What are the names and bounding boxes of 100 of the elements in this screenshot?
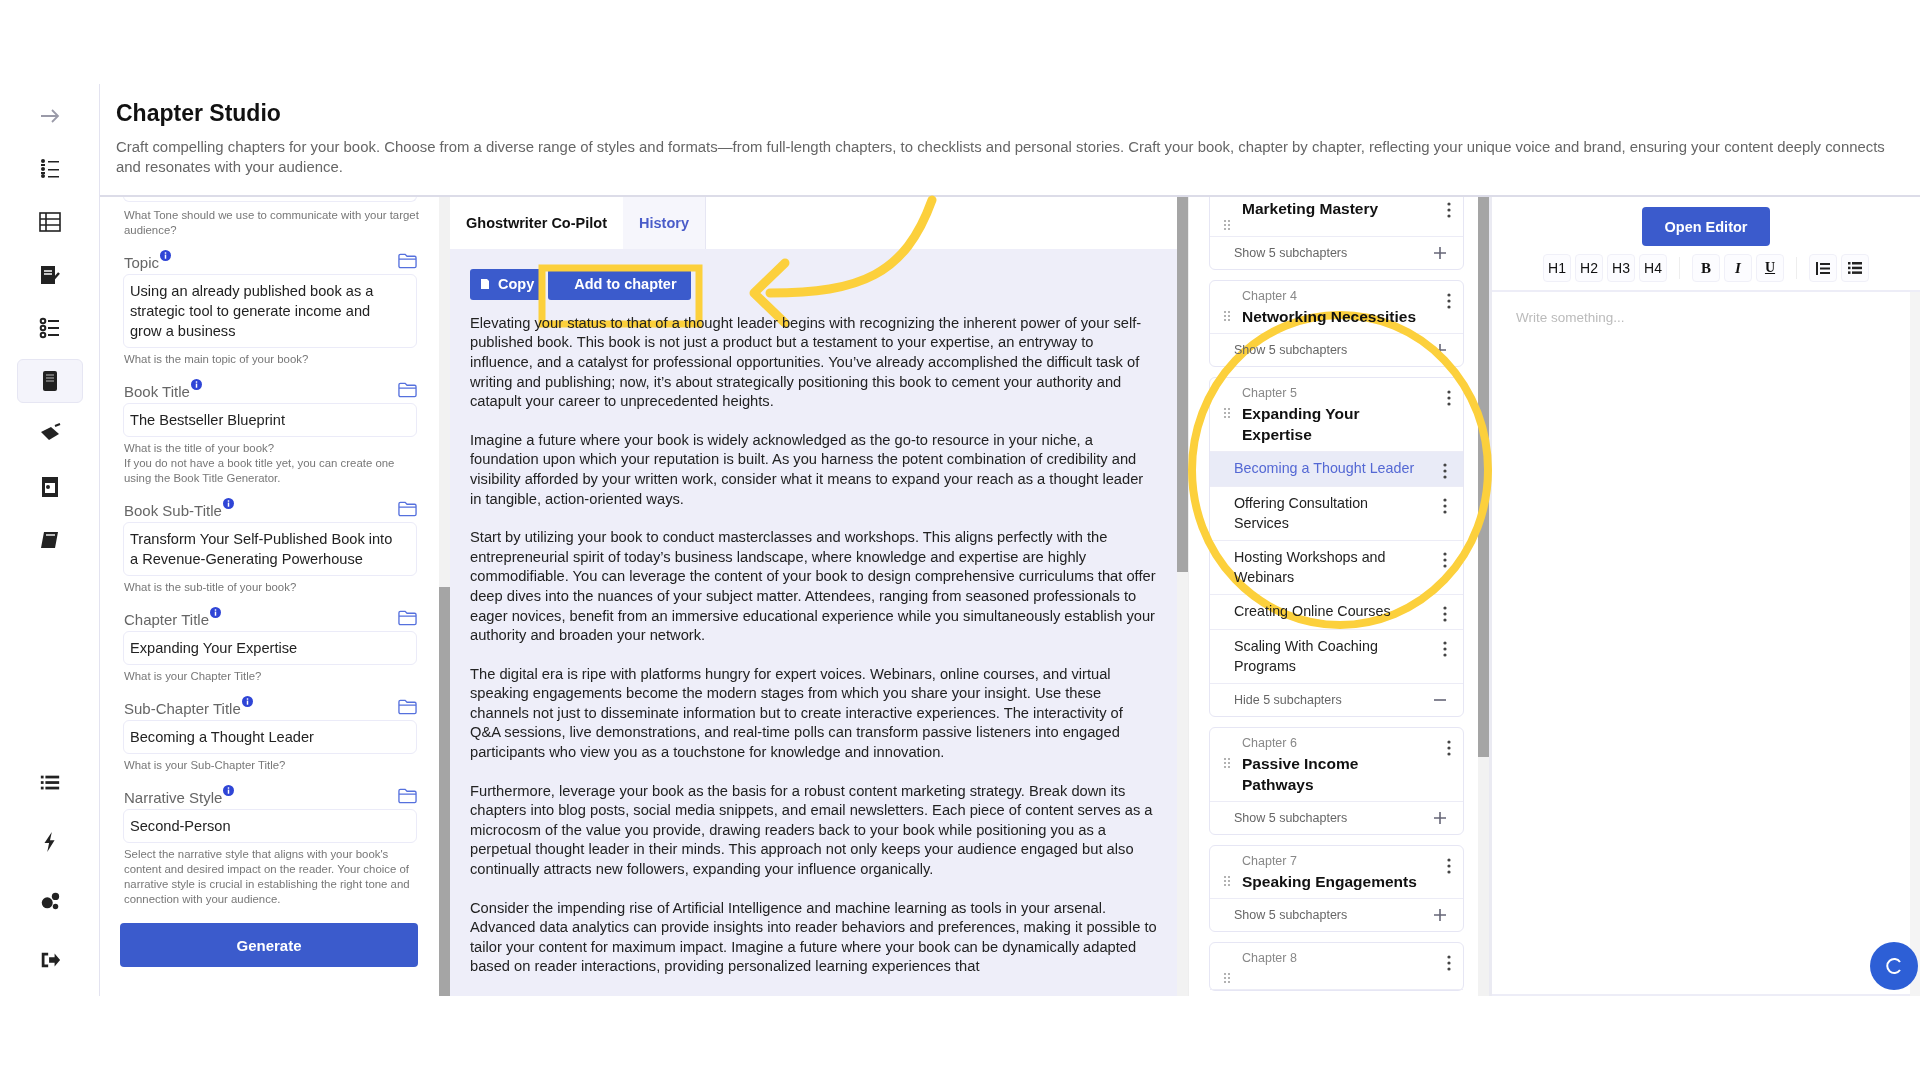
more-icon[interactable] — [1443, 498, 1447, 514]
subchapter-item[interactable]: Becoming a Thought Leader — [1210, 452, 1463, 487]
heading-button[interactable]: H2 — [1575, 254, 1603, 282]
scrollbar-thumb[interactable] — [1478, 197, 1489, 757]
field-label: Book Title — [124, 383, 190, 400]
folder-icon[interactable] — [398, 501, 417, 517]
generated-paragraph: Start by utilizing your book to conduct masterclasses and workshops. This aligns perfectly with the entrepreneurial spirit of today’s business landscape, where knowledge and expertise are highly commodifiable. You can leverage the content of your book to design comprehensive curriculums that offer deep dives into the nuances of your subject matter. Attendees, ranging from seasoned professionals to eager novices, benefit from an immersive educational experience while you simultaneously establish your authority and broaden your network. — [470, 528, 1157, 646]
subchapter-title: Offering Consultation Services — [1234, 494, 1370, 533]
field-hint: What is your Chapter Title? — [124, 669, 263, 684]
text-field[interactable]: Using an already published book as a strategic tool to generate income and grow a business — [123, 274, 417, 348]
subchapter-title: Scaling With Coaching Programs — [1234, 637, 1379, 676]
subchapter-toggle[interactable]: Show 5 subchapters — [1210, 237, 1463, 269]
scrollbar[interactable] — [1177, 197, 1188, 996]
drag-handle-icon[interactable] — [1224, 408, 1230, 418]
info-icon — [222, 498, 234, 509]
heading-button[interactable]: H3 — [1607, 254, 1635, 282]
chapter-title[interactable]: Expanding Your Expertise — [1242, 403, 1422, 445]
drag-handle-icon[interactable] — [1224, 876, 1230, 886]
open-editor-button[interactable]: Open Editor — [1642, 207, 1770, 246]
heading-button[interactable]: H4 — [1639, 254, 1667, 282]
more-icon[interactable] — [1447, 202, 1451, 218]
subchapter-item[interactable]: Offering Consultation Services — [1210, 487, 1463, 541]
scrollbar[interactable] — [1910, 292, 1920, 996]
drag-handle-icon[interactable] — [1224, 973, 1230, 983]
chapter-number: Chapter 8 — [1242, 951, 1298, 965]
toggle-label: Show 5 subchapters — [1234, 811, 1348, 825]
editor-placeholder: Write something... — [1516, 310, 1625, 325]
subchapter-item[interactable]: Scaling With Coaching Programs — [1210, 630, 1463, 684]
subchapter-toggle[interactable]: Show 5 subchapters — [1210, 802, 1463, 834]
info-icon — [241, 696, 253, 707]
info-icon — [210, 607, 222, 618]
chapter-number: Chapter 4 — [1242, 289, 1298, 303]
scrollbar-thumb[interactable] — [439, 587, 450, 996]
nav-button[interactable] — [16, 359, 83, 403]
format-button[interactable]: B — [1692, 254, 1720, 282]
drag-handle-icon[interactable] — [1224, 220, 1230, 230]
field-label: Narrative Style — [124, 789, 223, 806]
page-description: Craft compelling chapters for your book. Choose from a diverse range of styles and formats—from full-length chapters, to checklists and personal stories. Craft your book, chapter by chapter, reflecting your unique voice and brand, ensuring your content deeply connects and resonates with your audience. — [116, 138, 1886, 177]
folder-icon[interactable] — [398, 788, 417, 804]
chapter-number: Chapter 7 — [1242, 854, 1298, 868]
chat-icon — [1884, 956, 1904, 976]
bullet-list-icon — [1848, 262, 1862, 274]
more-icon[interactable] — [1443, 641, 1447, 657]
folder-icon[interactable] — [398, 382, 417, 398]
more-icon[interactable] — [1447, 390, 1451, 406]
more-icon[interactable] — [1447, 955, 1451, 971]
subchapter-toggle[interactable]: Show 5 subchapters — [1210, 899, 1463, 931]
drag-handle-icon[interactable] — [1224, 311, 1230, 321]
field-label: Sub-Chapter Title — [124, 700, 241, 717]
bullet-list-button[interactable] — [1841, 254, 1869, 282]
subchapter-toggle[interactable]: Hide 5 subchapters — [1210, 684, 1463, 716]
text-field[interactable]: Transform Your Self-Published Book into a Revenue-Generating Powerhouse — [123, 522, 417, 576]
format-button[interactable]: I — [1724, 254, 1752, 282]
tab[interactable]: History — [623, 197, 706, 249]
more-icon[interactable] — [1447, 293, 1451, 309]
chat-button[interactable] — [1870, 942, 1918, 990]
text-field[interactable]: Expanding Your Expertise — [123, 631, 417, 665]
scrollbar[interactable] — [1478, 197, 1489, 996]
plus-icon — [1433, 908, 1447, 922]
generated-paragraph: Consider the impending rise of Artificial Intelligence and machine learning as tools in your arsenal. Advanced data analytics can provide insights into reader behaviors and preferences, making it possible to tailor your content for maximum impact. Imagine a future where your book can be dynamically adapted based on reader interactions, providing personalized learning experiences that — [470, 898, 1157, 977]
generate-button[interactable]: Generate — [120, 923, 418, 967]
ordered-list-icon — [1816, 261, 1830, 275]
folder-icon[interactable] — [398, 610, 417, 626]
ordered-list-button[interactable] — [1809, 254, 1837, 282]
generated-paragraph: Furthermore, leverage your book as the basis for a robust content marketing strategy. Break down its chapters into blog posts, social media snippets, and email newsletters. Each piece of content serves as a microcosm of the value you provide, drawing readers back to your book while positioning you as a perpetual thought leader in their minds. This approach not only keeps your audience engaged but also continually attracts new followers, expanding your influence organically. — [470, 781, 1154, 880]
toggle-label: Hide 5 subchapters — [1234, 693, 1342, 707]
chapter-title[interactable]: Passive Income Pathways — [1242, 753, 1422, 795]
plus-icon — [1433, 811, 1447, 825]
field-hint: What is the title of your book? If you do not have a book title yet, you can create one using the Book Title Generator. — [124, 441, 396, 486]
field-hint: What is your Sub-Chapter Title? — [124, 758, 287, 773]
chapter-title[interactable]: Marketing Mastery — [1242, 198, 1422, 219]
plus-icon — [1433, 246, 1447, 260]
info-icon — [223, 785, 235, 796]
field-label: Topic — [124, 254, 160, 271]
field-label: Book Sub-Title — [124, 502, 222, 519]
text-field[interactable]: The Bestseller Blueprint — [123, 403, 417, 437]
toggle-label: Show 5 subchapters — [1234, 246, 1348, 260]
scrollbar[interactable] — [439, 197, 450, 996]
info-icon — [190, 379, 202, 390]
folder-icon[interactable] — [398, 253, 417, 269]
subchapter-title: Becoming a Thought Leader — [1234, 459, 1415, 478]
drag-handle-icon[interactable] — [1224, 758, 1230, 768]
chapter-title[interactable]: Speaking Engagements — [1242, 871, 1422, 892]
field-label: Chapter Title — [124, 611, 210, 628]
scrollbar-thumb[interactable] — [1177, 197, 1188, 572]
chapter-number: Chapter 5 — [1242, 386, 1298, 400]
more-icon[interactable] — [1443, 463, 1447, 479]
more-icon[interactable] — [1447, 858, 1451, 874]
page-title: Chapter Studio — [116, 100, 282, 127]
generated-paragraph: The digital era is ripe with platforms hungry for expert voices. Webinars, online courses, and virtual speaking engagements become the modern stages from which you share your insight. Use these channels not just to disseminate information but to create interactive experiences. The interactivity of Q&A sessions, live demonstrations, and real-time polls can transform passive listeners into engaged participants who view you as a touchstone for knowledge and innovation. — [470, 664, 1124, 763]
heading-button[interactable]: H1 — [1543, 254, 1571, 282]
more-icon[interactable] — [1443, 606, 1447, 622]
format-button[interactable]: U — [1756, 254, 1784, 282]
numbered-list-icon — [37, 316, 62, 340]
toggle-label: Show 5 subchapters — [1234, 908, 1348, 922]
text-field[interactable]: Second-Person — [123, 809, 417, 843]
folder-icon[interactable] — [398, 699, 417, 715]
more-icon[interactable] — [1447, 740, 1451, 756]
text-field[interactable]: Becoming a Thought Leader — [123, 720, 417, 754]
more-icon[interactable] — [1443, 552, 1447, 568]
